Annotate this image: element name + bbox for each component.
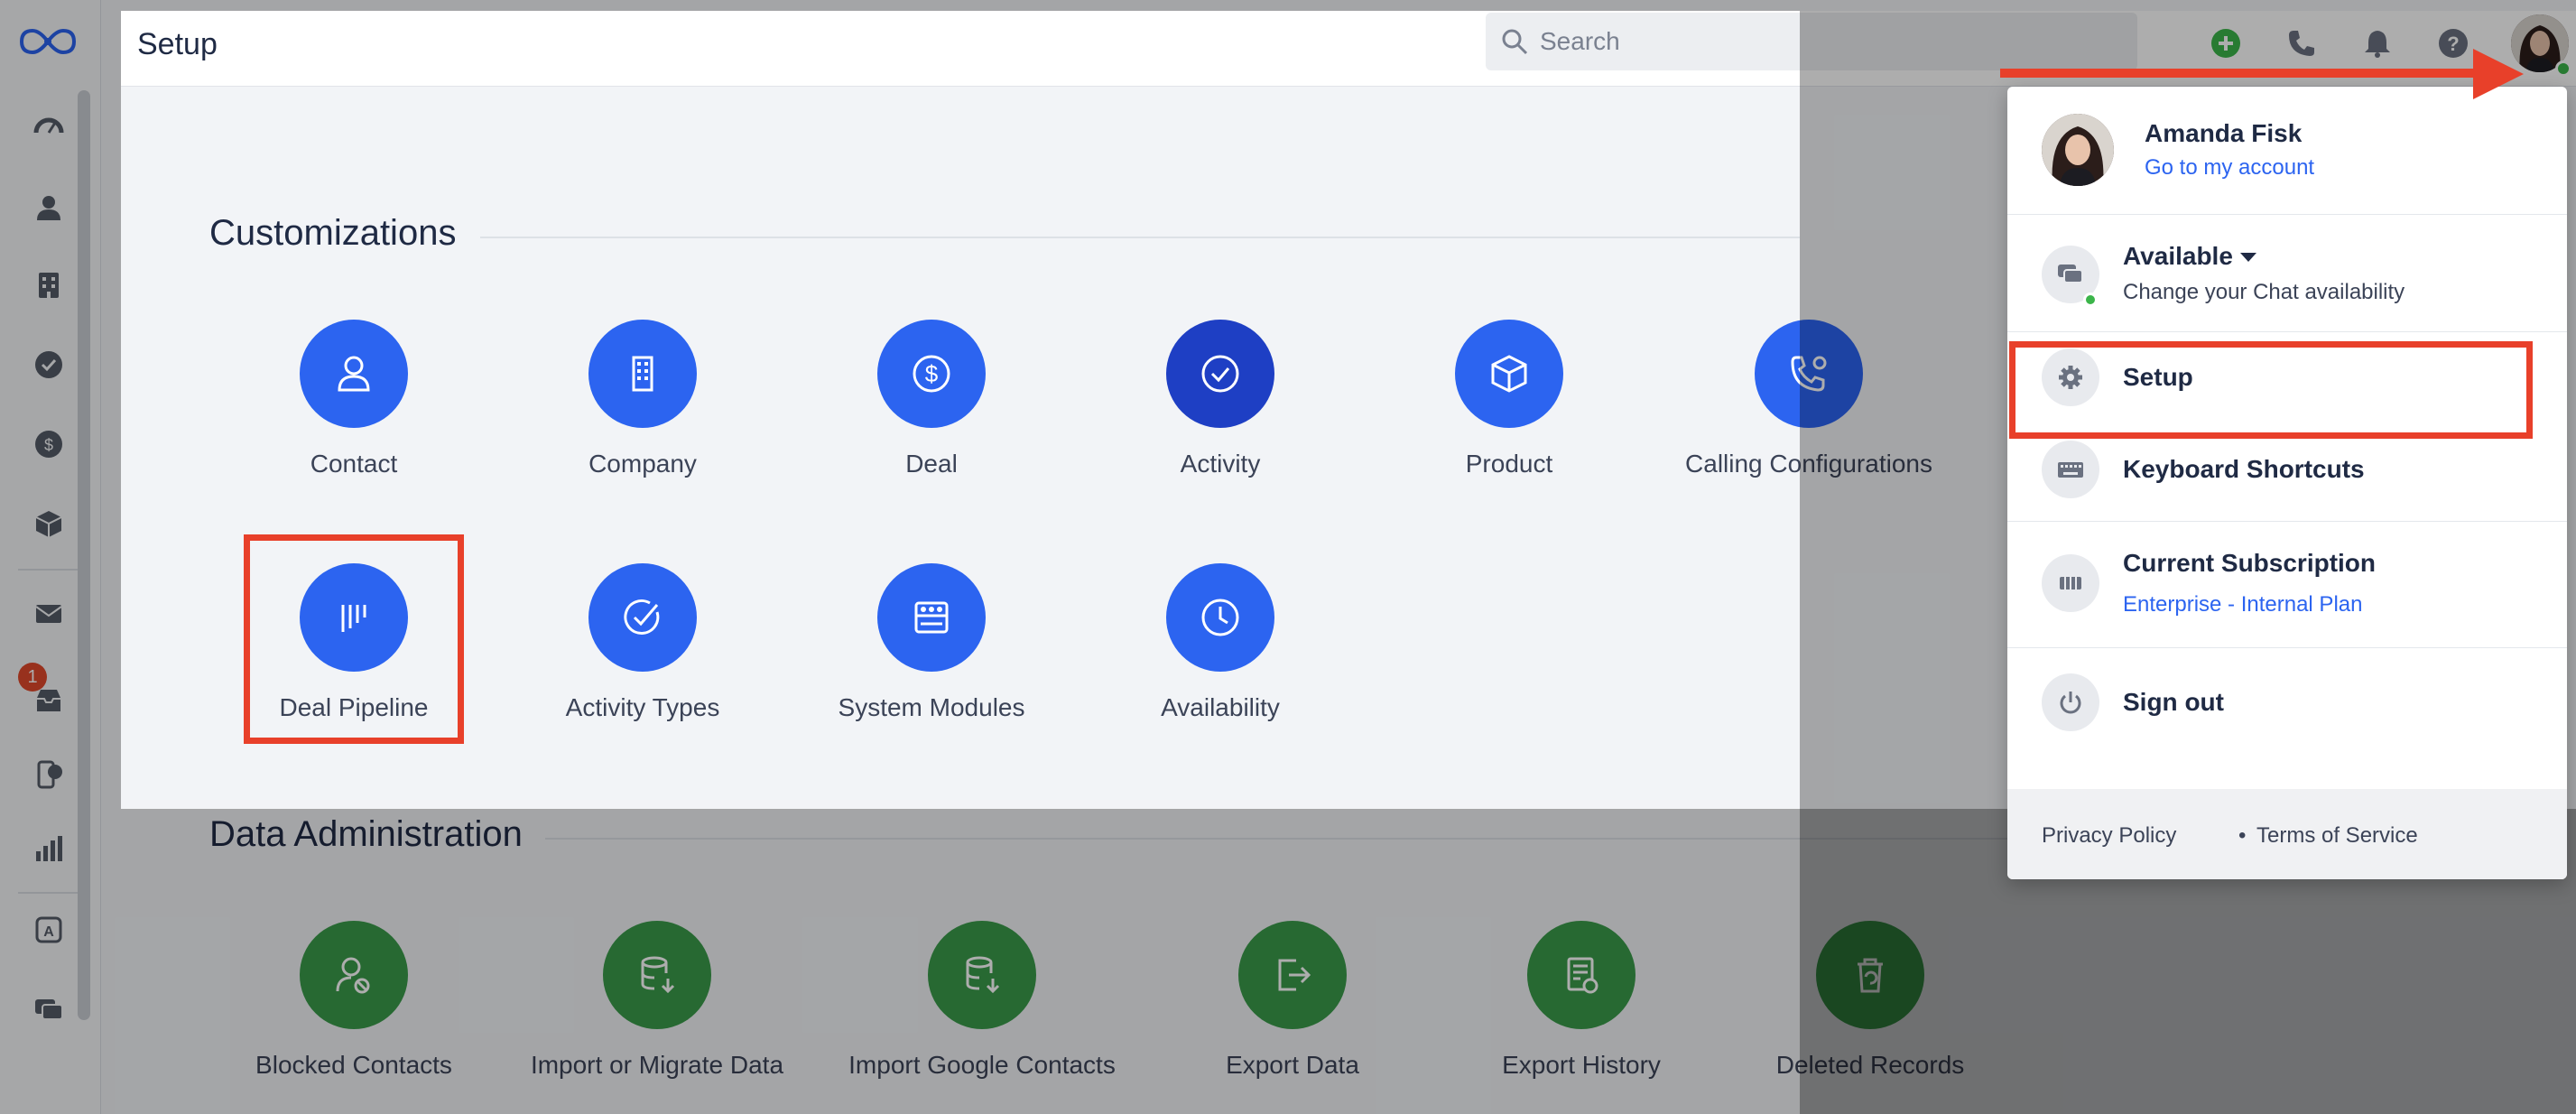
contact-icon bbox=[300, 320, 408, 428]
tile-label: Availability bbox=[1161, 693, 1280, 721]
caret-down-icon bbox=[2240, 253, 2256, 262]
tile-availability[interactable]: Availability bbox=[1076, 563, 1365, 721]
menu-availability-row[interactable]: Available Change your Chat availability bbox=[2007, 215, 2567, 332]
modules-icon bbox=[877, 563, 986, 672]
keyboard-icon bbox=[2042, 441, 2099, 498]
highlight-deal-pipeline bbox=[244, 534, 464, 744]
tile-label: Contact bbox=[310, 450, 398, 478]
dollar-icon: $ bbox=[877, 320, 986, 428]
availability-status[interactable]: Available bbox=[2123, 242, 2233, 271]
activity-check-icon bbox=[588, 563, 697, 672]
tile-label: System Modules bbox=[838, 693, 1025, 721]
check-circle-icon bbox=[1166, 320, 1274, 428]
tile-label: Activity bbox=[1180, 450, 1261, 478]
modal-backdrop[interactable] bbox=[121, 0, 1800, 11]
page-title: Setup bbox=[137, 27, 218, 61]
availability-description: Change your Chat availability bbox=[2123, 280, 2405, 304]
menu-item-current-subscription[interactable]: Current Subscription Enterprise - Intern… bbox=[2007, 522, 2567, 648]
terms-of-service-link[interactable]: Terms of Service bbox=[2256, 823, 2418, 849]
section-divider bbox=[480, 237, 1800, 238]
highlight-setup bbox=[2009, 341, 2533, 439]
menu-item-label: Sign out bbox=[2123, 688, 2224, 716]
tile-contact[interactable]: Contact bbox=[209, 320, 498, 478]
menu-item-sign-out[interactable]: Sign out bbox=[2007, 648, 2567, 760]
building-icon bbox=[588, 320, 697, 428]
tile-label: Deal bbox=[905, 450, 958, 478]
tile-label: Product bbox=[1465, 450, 1553, 478]
account-link[interactable]: Go to my account bbox=[2145, 155, 2314, 181]
tile-system-modules[interactable]: System Modules bbox=[787, 563, 1076, 721]
power-icon bbox=[2042, 673, 2099, 731]
menu-profile-row: Amanda Fisk Go to my account bbox=[2007, 87, 2567, 215]
box-icon bbox=[1455, 320, 1563, 428]
svg-text:$: $ bbox=[925, 360, 939, 387]
tile-company[interactable]: Company bbox=[498, 320, 787, 478]
account-menu: Amanda Fisk Go to my account Available C… bbox=[2007, 87, 2567, 879]
user-name: Amanda Fisk bbox=[2145, 119, 2303, 147]
clock-icon bbox=[1166, 563, 1274, 672]
privacy-policy-link[interactable]: Privacy Policy bbox=[2042, 823, 2176, 849]
annotation-arrow bbox=[2000, 69, 2506, 78]
status-indicator bbox=[2083, 292, 2098, 307]
search-icon bbox=[1502, 29, 1528, 55]
section-title-customizations: Customizations bbox=[209, 213, 457, 253]
subscription-icon bbox=[2042, 554, 2099, 612]
menu-item-label: Keyboard Shortcuts bbox=[2123, 455, 2365, 483]
menu-footer: Privacy Policy • Terms of Service bbox=[2007, 789, 2567, 879]
footer-separator: • bbox=[2238, 823, 2247, 848]
tile-label: Activity Types bbox=[565, 693, 720, 721]
menu-item-label: Current Subscription bbox=[2123, 549, 2377, 577]
tile-label: Company bbox=[588, 450, 697, 478]
tile-activity[interactable]: Activity bbox=[1076, 320, 1365, 478]
subscription-plan-link[interactable]: Enterprise - Internal Plan bbox=[2123, 592, 2362, 617]
modal-backdrop[interactable] bbox=[0, 0, 121, 809]
annotation-arrowhead bbox=[2473, 49, 2524, 99]
tile-product[interactable]: Product bbox=[1365, 320, 1654, 478]
tile-activity-types[interactable]: Activity Types bbox=[498, 563, 787, 721]
avatar bbox=[2042, 114, 2114, 186]
tile-deal[interactable]: $ Deal bbox=[787, 320, 1076, 478]
